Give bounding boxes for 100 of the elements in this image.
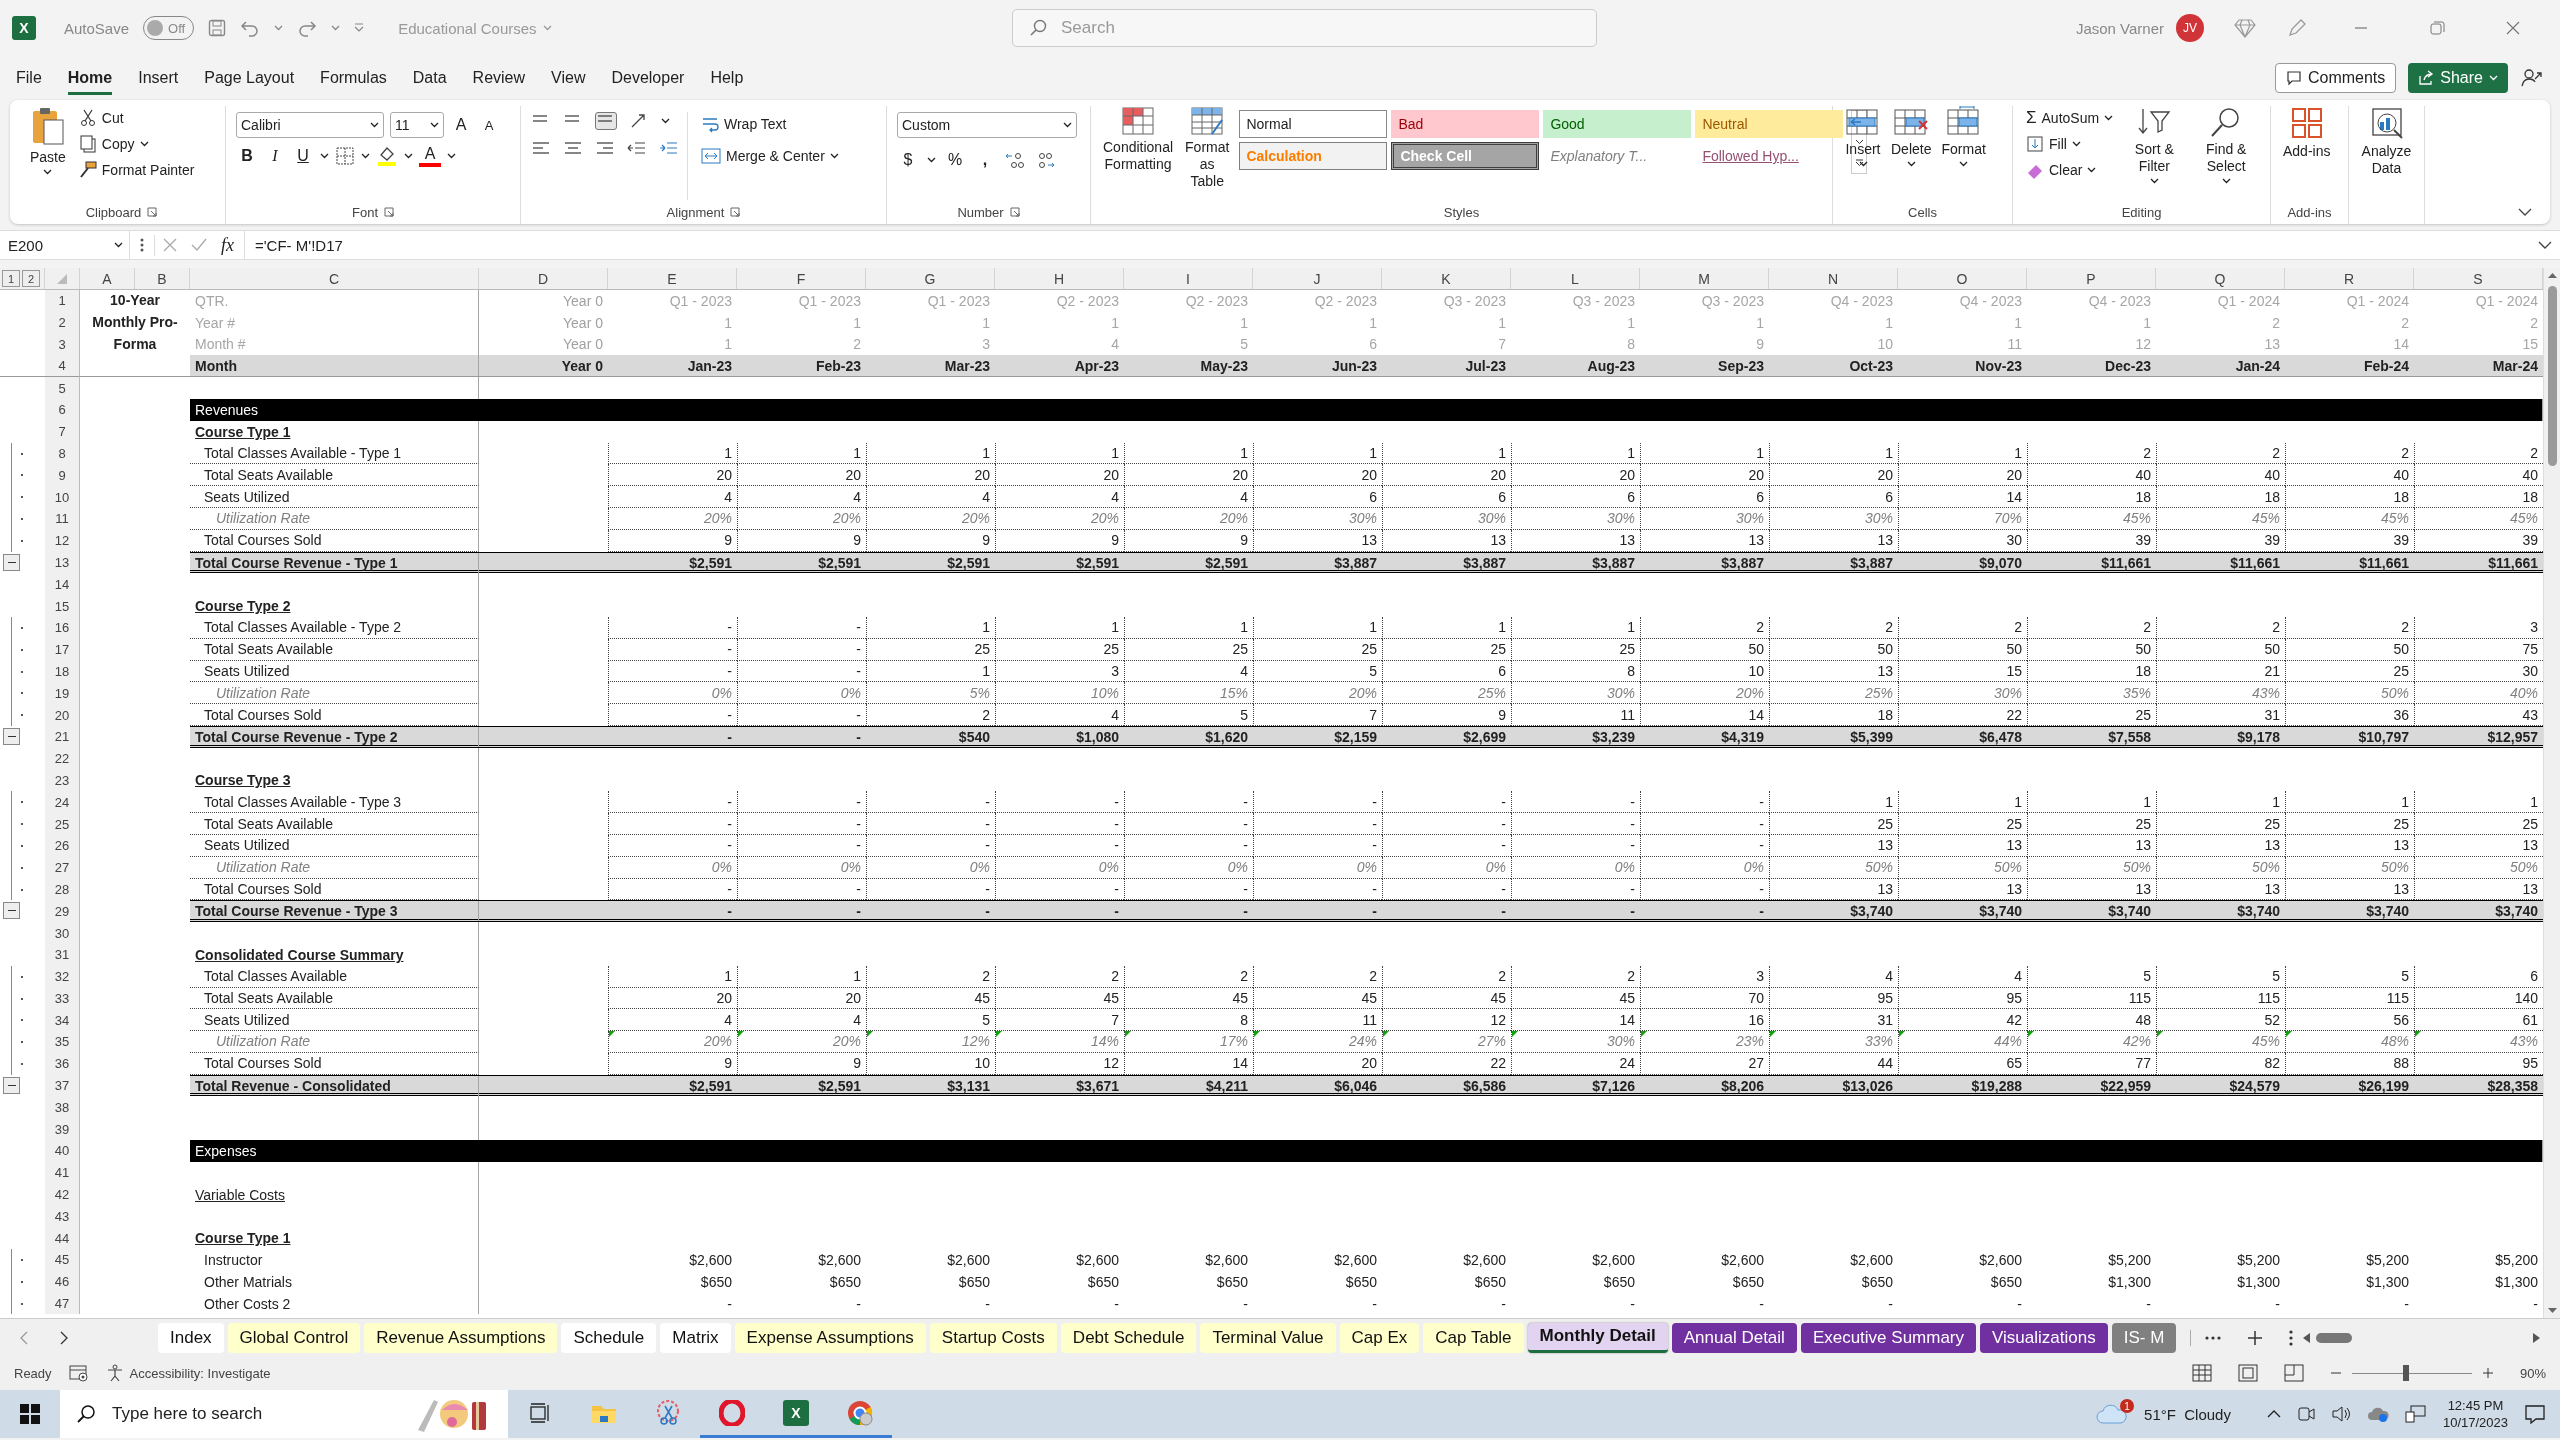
borders-icon[interactable] xyxy=(335,146,355,166)
collapse-ribbon-icon[interactable] xyxy=(2518,208,2532,216)
row-number[interactable]: 38 xyxy=(45,1096,80,1119)
sheet-tab[interactable]: Revenue Assumptions xyxy=(364,1322,558,1353)
menu-tab[interactable]: View xyxy=(551,61,586,95)
browser-icon[interactable] xyxy=(846,1398,874,1427)
column-header[interactable]: G xyxy=(866,268,995,289)
gallery-down-icon[interactable] xyxy=(1854,139,1864,145)
weather-cloud-icon[interactable] xyxy=(2096,1403,2129,1425)
currency-button[interactable]: $ xyxy=(897,148,919,172)
excel-taskbar-button[interactable]: X xyxy=(783,1399,809,1426)
cells-button[interactable]: Delete xyxy=(1889,106,1934,200)
clear-button[interactable]: Clear xyxy=(2023,158,2117,182)
row-number[interactable]: 45 xyxy=(45,1249,80,1271)
menu-tab[interactable]: Help xyxy=(710,61,744,95)
comments-button[interactable]: Comments xyxy=(2274,63,2397,93)
pen-icon[interactable] xyxy=(2286,17,2308,39)
column-header[interactable]: R xyxy=(2285,268,2414,289)
wrap-text-button[interactable]: Wrap Text xyxy=(698,112,842,136)
scrollbar-thumb[interactable] xyxy=(2547,286,2557,466)
cell-style-option[interactable]: Good xyxy=(1543,110,1692,138)
row-number[interactable]: 10 xyxy=(45,486,80,508)
row-number[interactable]: 47 xyxy=(45,1292,80,1315)
menu-tab[interactable]: Developer xyxy=(611,61,685,95)
cells-button[interactable]: Format xyxy=(1939,106,1988,200)
sheet-tab[interactable]: Cap Ex xyxy=(1339,1322,1420,1353)
row-number[interactable]: 18 xyxy=(45,660,80,683)
row-number[interactable]: 26 xyxy=(45,834,80,857)
scrollbar-thumb[interactable] xyxy=(2316,1332,2353,1343)
zoom-slider-thumb[interactable] xyxy=(2402,1364,2409,1381)
bold-button[interactable]: B xyxy=(236,144,258,168)
row-number[interactable]: 11 xyxy=(45,507,80,530)
diamond-icon[interactable] xyxy=(2234,18,2256,38)
row-number[interactable]: 39 xyxy=(45,1118,80,1141)
cell-style-option[interactable]: Bad xyxy=(1391,110,1540,138)
column-header[interactable]: Q xyxy=(2156,268,2285,289)
sheet-tab[interactable]: Annual Detail xyxy=(1671,1322,1797,1353)
row-number[interactable]: 23 xyxy=(45,769,80,792)
collapse-group-button[interactable] xyxy=(3,902,20,920)
row-number[interactable]: 16 xyxy=(45,616,80,639)
row-number[interactable]: 27 xyxy=(45,856,80,879)
number-format-dropdown[interactable]: Custom xyxy=(897,112,1077,138)
taskbar-search-box[interactable]: Type here to search xyxy=(60,1390,508,1438)
cell-style-option[interactable]: Normal xyxy=(1239,110,1388,138)
row-number[interactable]: 37 xyxy=(45,1074,80,1097)
row-number[interactable]: 32 xyxy=(45,965,80,988)
copy-button[interactable]: Copy xyxy=(75,132,198,156)
accessibility-button[interactable]: Accessibility: Investigate xyxy=(105,1364,271,1382)
dialog-launcher-icon[interactable] xyxy=(147,207,158,217)
windows-start-icon[interactable] xyxy=(20,1404,40,1424)
menu-tab[interactable]: Home xyxy=(67,61,113,95)
row-number[interactable]: 41 xyxy=(45,1161,80,1184)
sheet-tab[interactable]: Executive Summary xyxy=(1800,1322,1977,1353)
increase-decimal-icon[interactable] xyxy=(1004,150,1026,170)
options-icon[interactable] xyxy=(2289,1329,2294,1346)
row-number[interactable]: 7 xyxy=(45,420,80,443)
percent-button[interactable]: % xyxy=(944,148,966,172)
customize-toolbar-icon[interactable] xyxy=(354,23,365,33)
row-number[interactable]: 6 xyxy=(45,399,80,421)
more-options-icon[interactable] xyxy=(140,237,144,253)
snipping-tool-icon[interactable] xyxy=(655,1399,681,1426)
sheet-tab[interactable]: Visualizations xyxy=(1980,1322,2108,1353)
row-number[interactable]: 9 xyxy=(45,464,80,487)
page-layout-icon[interactable] xyxy=(2237,1364,2258,1382)
comma-style-button[interactable]: , xyxy=(974,148,996,172)
notifications-icon[interactable] xyxy=(2524,1404,2546,1424)
ring-icon[interactable] xyxy=(719,1399,745,1426)
sheet-tab[interactable]: Cap Table xyxy=(1423,1322,1524,1353)
horizontal-scrollbar[interactable] xyxy=(2303,1332,2540,1343)
row-number[interactable]: 2 xyxy=(45,311,80,334)
sheet-tab[interactable]: Debt Schedule xyxy=(1060,1322,1197,1353)
weather-text[interactable]: 51°F Cloudy xyxy=(2144,1405,2231,1423)
increase-indent-icon[interactable] xyxy=(659,140,679,156)
sheet-tab[interactable]: Terminal Value xyxy=(1200,1322,1336,1353)
row-number[interactable]: 1 xyxy=(45,290,80,312)
font-name-dropdown[interactable]: Calibri xyxy=(236,112,384,138)
shrink-font-button[interactable]: A xyxy=(478,113,500,137)
outline-level-button[interactable]: 2 xyxy=(22,270,40,287)
row-number[interactable]: 15 xyxy=(45,595,80,617)
decrease-indent-icon[interactable] xyxy=(627,140,647,156)
vertical-scrollbar[interactable] xyxy=(2543,268,2560,1318)
clock[interactable]: 12:45 PM 10/17/2023 xyxy=(2442,1397,2508,1431)
chevron-up-icon[interactable] xyxy=(2266,1410,2281,1418)
normal-view-icon[interactable] xyxy=(2191,1364,2212,1382)
analyze-data-button[interactable]: Analyze Data xyxy=(2359,106,2414,224)
dialog-launcher-icon[interactable] xyxy=(384,207,394,217)
column-header[interactable]: E xyxy=(608,268,737,289)
row-number[interactable]: 34 xyxy=(45,1009,80,1032)
cell-style-option[interactable]: Explanatory T... xyxy=(1543,142,1692,170)
row-number[interactable]: 25 xyxy=(45,813,80,835)
row-number[interactable]: 30 xyxy=(45,922,80,944)
sheet-tab[interactable]: Matrix xyxy=(660,1322,731,1353)
row-number[interactable]: 20 xyxy=(45,704,80,726)
column-header[interactable]: A xyxy=(80,268,135,289)
row-number[interactable]: 42 xyxy=(45,1183,80,1206)
cells-button[interactable]: Insert xyxy=(1843,106,1883,200)
more-sheets-icon[interactable] xyxy=(2205,1335,2222,1340)
format-as-table-button[interactable]: Format as Table xyxy=(1183,106,1232,200)
row-number[interactable]: 14 xyxy=(45,573,80,596)
menu-tab[interactable]: Insert xyxy=(138,61,179,95)
